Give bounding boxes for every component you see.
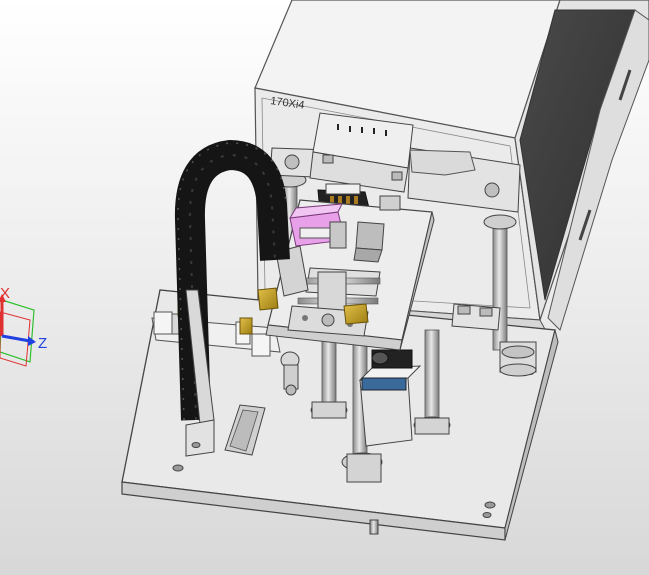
cad-model-canvas[interactable]: 170Xi4 X Z (0, 0, 649, 575)
brass-fitting-left[interactable] (257, 287, 279, 311)
right-sensor-mount[interactable] (451, 303, 501, 331)
print-head-block[interactable] (309, 112, 414, 193)
z-axis-arrow (1, 334, 31, 343)
coordinate-triad: X Z (0, 285, 47, 367)
x-axis-label: X (0, 285, 10, 302)
cad-viewport[interactable]: 170Xi4 X Z (0, 0, 649, 575)
pink-sensor-block[interactable] (289, 203, 347, 249)
z-axis-label: Z (38, 335, 47, 352)
brass-fitting-rail-right[interactable] (239, 317, 253, 335)
pressure-regulator[interactable] (280, 351, 300, 396)
brass-fitting-center[interactable] (343, 303, 369, 325)
